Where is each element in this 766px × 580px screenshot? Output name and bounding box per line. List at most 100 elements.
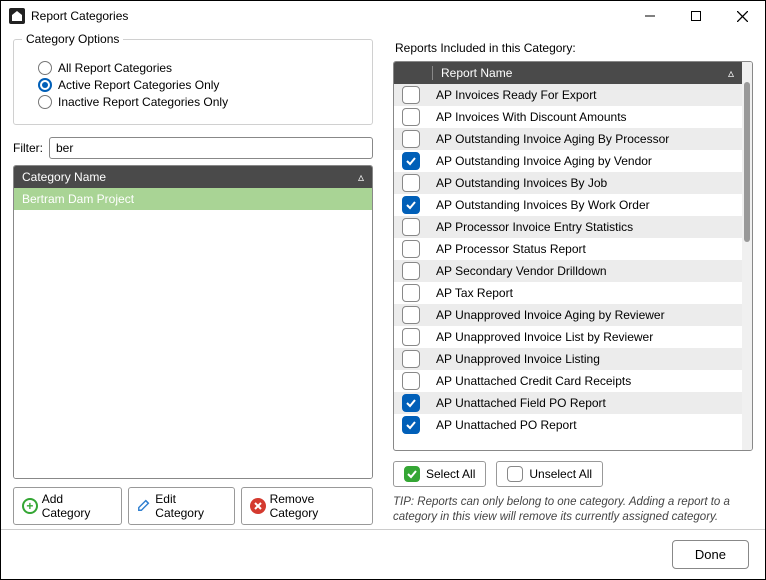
scrollbar-thumb[interactable] — [744, 82, 750, 242]
plus-icon: + — [22, 498, 38, 514]
radio-option[interactable]: All Report Categories — [38, 61, 360, 75]
report-name: AP Unapproved Invoice List by Reviewer — [436, 330, 734, 344]
report-row[interactable]: AP Outstanding Invoices By Work Order — [394, 194, 742, 216]
filter-input[interactable] — [49, 137, 373, 159]
report-name: AP Unapproved Invoice Aging by Reviewer — [436, 308, 734, 322]
window-title: Report Categories — [31, 9, 128, 23]
unselect-all-label: Unselect All — [529, 467, 592, 481]
report-row[interactable]: AP Processor Invoice Entry Statistics — [394, 216, 742, 238]
report-checkbox[interactable] — [402, 262, 420, 280]
remove-category-button[interactable]: Remove Category — [241, 487, 373, 525]
radio-option[interactable]: Active Report Categories Only — [38, 78, 360, 92]
category-options-legend: Category Options — [22, 32, 123, 46]
sort-indicator-icon: ▵ — [358, 170, 364, 184]
report-checkbox[interactable] — [402, 328, 420, 346]
category-row[interactable]: Bertram Dam Project — [14, 188, 372, 210]
unselect-all-button[interactable]: Unselect All — [496, 461, 603, 487]
maximize-button[interactable] — [673, 1, 719, 31]
radio-icon — [38, 95, 52, 109]
window: Report Categories Category Options All R… — [0, 0, 766, 580]
remove-category-label: Remove Category — [270, 492, 364, 520]
minimize-button[interactable] — [627, 1, 673, 31]
add-category-button[interactable]: + Add Category — [13, 487, 122, 525]
report-row[interactable]: AP Tax Report — [394, 282, 742, 304]
radio-option[interactable]: Inactive Report Categories Only — [38, 95, 360, 109]
report-name: AP Invoices Ready For Export — [436, 88, 734, 102]
report-name: AP Tax Report — [436, 286, 734, 300]
select-all-button[interactable]: Select All — [393, 461, 486, 487]
radio-label: Inactive Report Categories Only — [58, 95, 228, 109]
x-icon — [250, 498, 266, 514]
report-row[interactable]: AP Unattached PO Report — [394, 414, 742, 436]
report-row[interactable]: AP Unapproved Invoice Listing — [394, 348, 742, 370]
report-name: AP Outstanding Invoice Aging By Processo… — [436, 132, 734, 146]
category-row-name: Bertram Dam Project — [22, 192, 134, 206]
radio-icon — [38, 61, 52, 75]
left-pane: Category Options All Report CategoriesAc… — [13, 39, 373, 525]
report-checkbox[interactable] — [402, 394, 420, 412]
scrollbar[interactable] — [742, 62, 752, 450]
edit-category-button[interactable]: Edit Category — [128, 487, 235, 525]
report-row[interactable]: AP Outstanding Invoice Aging by Vendor — [394, 150, 742, 172]
report-name: AP Outstanding Invoices By Job — [436, 176, 734, 190]
report-row[interactable]: AP Unapproved Invoice Aging by Reviewer — [394, 304, 742, 326]
report-checkbox[interactable] — [402, 416, 420, 434]
report-name: AP Unattached Field PO Report — [436, 396, 734, 410]
report-name: AP Outstanding Invoices By Work Order — [436, 198, 734, 212]
category-actions: + Add Category Edit Category Remove Cate… — [13, 487, 373, 525]
report-row[interactable]: AP Unattached Credit Card Receipts — [394, 370, 742, 392]
category-grid-header[interactable]: Category Name ▵ — [14, 166, 372, 188]
report-checkbox[interactable] — [402, 196, 420, 214]
report-checkbox[interactable] — [402, 218, 420, 236]
report-checkbox[interactable] — [402, 372, 420, 390]
check-icon — [404, 466, 420, 482]
report-checkbox[interactable] — [402, 86, 420, 104]
right-pane: Reports Included in this Category: Repor… — [393, 39, 753, 525]
report-name: AP Outstanding Invoice Aging by Vendor — [436, 154, 734, 168]
report-name: AP Processor Status Report — [436, 242, 734, 256]
add-category-label: Add Category — [42, 492, 114, 520]
report-row[interactable]: AP Secondary Vendor Drilldown — [394, 260, 742, 282]
radio-icon — [38, 78, 52, 92]
uncheck-icon — [507, 466, 523, 482]
report-checkbox[interactable] — [402, 240, 420, 258]
report-row[interactable]: AP Processor Status Report — [394, 238, 742, 260]
report-list-header[interactable]: Report Name ▵ — [394, 62, 742, 84]
done-button[interactable]: Done — [672, 540, 749, 569]
report-row[interactable]: AP Invoices With Discount Amounts — [394, 106, 742, 128]
report-row[interactable]: AP Unattached Field PO Report — [394, 392, 742, 414]
report-checkbox[interactable] — [402, 174, 420, 192]
content-area: Category Options All Report Categories Ac… — [1, 31, 765, 529]
category-grid: Category Name ▵ Bertram Dam Project — [13, 165, 373, 479]
edit-category-label: Edit Category — [155, 492, 226, 520]
close-button[interactable] — [719, 1, 765, 31]
sort-indicator-icon: ▵ — [728, 66, 734, 80]
report-row[interactable]: AP Outstanding Invoices By Job — [394, 172, 742, 194]
report-checkbox[interactable] — [402, 108, 420, 126]
select-buttons-row: Select All Unselect All — [393, 461, 753, 487]
tip-text: TIP: Reports can only belong to one cate… — [393, 495, 753, 525]
radio-label: Active Report Categories Only — [58, 78, 219, 92]
category-header-label: Category Name — [22, 170, 106, 184]
report-row[interactable]: AP Outstanding Invoice Aging By Processo… — [394, 128, 742, 150]
category-grid-body — [14, 210, 372, 478]
titlebar: Report Categories — [1, 1, 765, 31]
app-icon — [9, 8, 25, 24]
report-row[interactable]: AP Unapproved Invoice List by Reviewer — [394, 326, 742, 348]
filter-row: Filter: — [13, 137, 373, 159]
report-name: AP Invoices With Discount Amounts — [436, 110, 734, 124]
report-name: AP Processor Invoice Entry Statistics — [436, 220, 734, 234]
report-row[interactable]: AP Invoices Ready For Export — [394, 84, 742, 106]
report-name-header: Report Name — [432, 66, 728, 80]
filter-label: Filter: — [13, 141, 43, 155]
report-checkbox[interactable] — [402, 152, 420, 170]
category-options-group: Category Options All Report CategoriesAc… — [13, 39, 373, 125]
report-list-container: Report Name ▵ AP Invoices Ready For Expo… — [393, 61, 753, 451]
report-name: AP Unapproved Invoice Listing — [436, 352, 734, 366]
select-all-label: Select All — [426, 467, 475, 481]
footer: Done — [1, 529, 765, 579]
report-checkbox[interactable] — [402, 130, 420, 148]
report-checkbox[interactable] — [402, 306, 420, 324]
report-checkbox[interactable] — [402, 350, 420, 368]
report-checkbox[interactable] — [402, 284, 420, 302]
